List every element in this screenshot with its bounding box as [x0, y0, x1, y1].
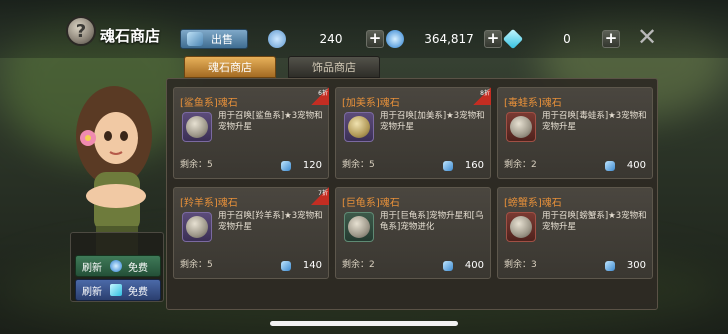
add-diamond-button[interactable]: + [602, 30, 620, 48]
shopkeeper-character [76, 86, 152, 256]
currency-crystal: 364,817 + [386, 28, 502, 50]
item-description: 用于召唤[羚羊系]★3宠物和宠物升星 [218, 211, 323, 232]
item-price: 400 [442, 260, 484, 271]
crystal-icon [386, 30, 404, 48]
diamond-amount: 0 [563, 32, 571, 46]
currency-diamond: 0 + [502, 28, 620, 50]
item-remaining: 剩余：5 [342, 160, 375, 170]
refresh-cost: 免费 [128, 286, 148, 298]
item-price: 120 [280, 160, 322, 171]
refresh-cost: 免费 [128, 262, 148, 274]
soul-stone-icon [506, 212, 536, 242]
item-description: 用于召唤[鲨鱼系]★3宠物和宠物升星 [218, 111, 323, 132]
item-title: [巨龟系]魂石 [342, 198, 400, 209]
crystal-amount: 364,817 [424, 32, 474, 46]
shop-item-card[interactable]: [螃蟹系]魂石 用于召唤[螃蟹系]★3宠物和宠物升星 剩余：3 300 [497, 187, 653, 279]
item-description: 用于召唤[螃蟹系]★3宠物和宠物升星 [542, 211, 647, 232]
soul-stone-currency-icon [280, 260, 291, 271]
item-remaining: 剩余：2 [342, 260, 375, 270]
tab-soul-stone-shop[interactable]: 魂石商店 [184, 56, 276, 78]
home-indicator[interactable] [270, 321, 458, 326]
shop-panel: [鲨鱼系]魂石 6折 用于召唤[鲨鱼系]★3宠物和宠物升星 剩余：5 120 [… [166, 78, 658, 310]
item-description: 用于召唤[加美系]★3宠物和宠物升星 [380, 111, 485, 132]
soul-stone-icon [182, 212, 212, 242]
currency-soul-stone: 240 + [268, 28, 384, 50]
refresh-panel: 刷新 免费 刷新 免费 [70, 232, 164, 302]
item-price: 140 [280, 260, 322, 271]
shop-item-card[interactable]: [羚羊系]魂石 7折 用于召唤[羚羊系]★3宠物和宠物升星 剩余：5 140 [173, 187, 329, 279]
diamond-icon [502, 28, 524, 50]
item-price: 160 [442, 160, 484, 171]
discount-badge: 7折 [311, 187, 329, 205]
shop-item-card[interactable]: [毒蛙系]魂石 用于召唤[毒蛙系]★3宠物和宠物升星 剩余：2 400 [497, 87, 653, 179]
item-remaining: 剩余：3 [504, 260, 537, 270]
item-title: [螃蟹系]魂石 [504, 198, 562, 209]
refresh-label: 刷新 [82, 262, 102, 274]
item-price: 400 [604, 160, 646, 171]
soul-stone-icon [344, 212, 374, 242]
refresh-free-button[interactable]: 刷新 免费 [75, 255, 161, 277]
sell-button[interactable]: 出售 [180, 29, 248, 49]
discount-badge: 6折 [311, 87, 329, 105]
item-price: 300 [604, 260, 646, 271]
shop-icon: ? [66, 16, 96, 46]
item-title: [羚羊系]魂石 [180, 198, 238, 209]
soul-stone-currency-icon [604, 260, 615, 271]
tab-accessory-shop[interactable]: 饰品商店 [288, 56, 380, 78]
add-soul-stone-button[interactable]: + [366, 30, 384, 48]
crystal-icon [110, 260, 122, 272]
item-description: 用于[巨龟系]宠物升星和[乌龟系]宠物进化 [380, 211, 484, 232]
soul-stone-currency-icon [604, 160, 615, 171]
shop-item-card[interactable]: [鲨鱼系]魂石 6折 用于召唤[鲨鱼系]★3宠物和宠物升星 剩余：5 120 [173, 87, 329, 179]
discount-badge: 8折 [473, 87, 491, 105]
refresh-label: 刷新 [82, 286, 102, 298]
item-remaining: 剩余：5 [180, 260, 213, 270]
soul-stone-icon [182, 112, 212, 142]
shop-item-card[interactable]: [巨龟系]魂石 用于[巨龟系]宠物升星和[乌龟系]宠物进化 剩余：2 400 [335, 187, 491, 279]
item-title: [鲨鱼系]魂石 [180, 98, 238, 109]
item-title: [加美系]魂石 [342, 98, 400, 109]
soul-stone-currency-icon [280, 160, 291, 171]
refresh-diamond-button[interactable]: 刷新 免费 [75, 279, 161, 301]
diamond-icon [110, 284, 122, 296]
soul-stone-currency-icon [442, 260, 453, 271]
sell-label: 出售 [211, 33, 233, 46]
soul-stone-icon [506, 112, 536, 142]
soul-stone-icon [344, 112, 374, 142]
soul-stone-amount: 240 [319, 32, 343, 46]
add-crystal-button[interactable]: + [484, 30, 502, 48]
item-title: [毒蛙系]魂石 [504, 98, 562, 109]
item-remaining: 剩余：2 [504, 160, 537, 170]
item-description: 用于召唤[毒蛙系]★3宠物和宠物升星 [542, 111, 647, 132]
soul-stone-currency-icon [442, 160, 453, 171]
sell-icon [187, 32, 203, 46]
soul-stone-icon [268, 30, 286, 48]
item-remaining: 剩余：5 [180, 160, 213, 170]
shop-item-card[interactable]: [加美系]魂石 8折 用于召唤[加美系]★3宠物和宠物升星 剩余：5 160 [335, 87, 491, 179]
page-title: 魂石商店 [100, 27, 161, 45]
close-button[interactable]: ✕ [636, 25, 658, 49]
